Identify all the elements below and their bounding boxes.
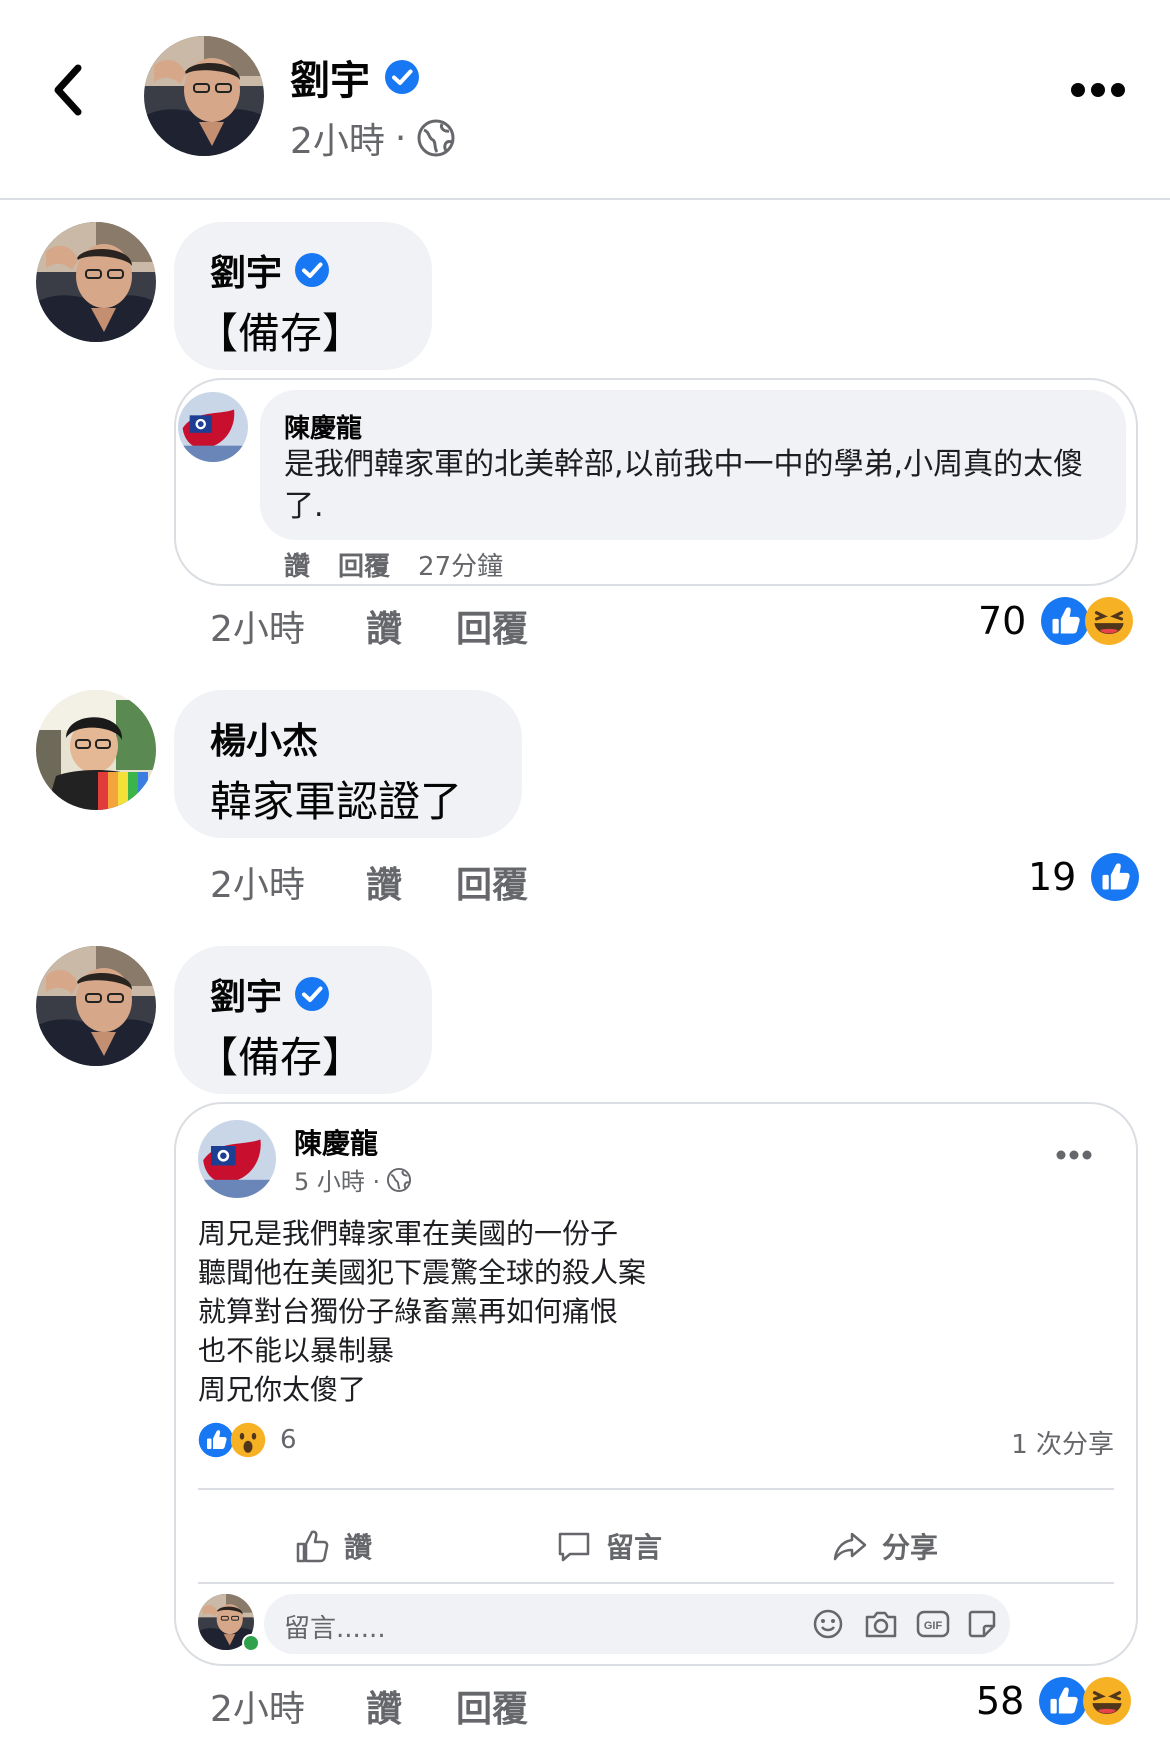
comment-bubble: 楊小杰 韓家軍認證了 [174,690,522,838]
verified-badge-icon [294,252,330,288]
embedded-post-time-text: 5 小時 · [294,1168,381,1196]
post-line: 周兄是我們韓家軍在美國的一份子 [198,1217,619,1250]
gif-icon[interactable]: GIF [916,1608,950,1640]
post-reactions[interactable]: 6 [198,1422,297,1458]
embedded-post-avatar [198,1120,276,1198]
comment-author[interactable]: 劉宇 [210,244,330,296]
embedded-comment-card[interactable]: 陳慶龍 是我們韓家軍的北美幹部,以前我中一中的學弟,小周真的太傻了. 讚 回覆 … [174,378,1138,586]
haha-reaction-icon [1082,1676,1132,1726]
more-dots-icon[interactable] [1056,1148,1092,1162]
like-button[interactable]: 讚 [366,600,456,652]
like-button[interactable]: 讚 [366,1680,456,1732]
comment-time: 2小時 [210,1689,305,1730]
author-avatar[interactable] [144,36,264,156]
commenter-avatar[interactable] [36,222,156,342]
reply-button[interactable]: 回覆 [456,856,546,908]
comment-meta: 2小時 讚 回覆 [210,1680,546,1732]
comment-text: 韓家軍認證了 [210,777,463,826]
comment-meta: 2小時 讚 回覆 [210,600,546,652]
post-timestamp: 2小時 · [290,112,456,164]
like-button[interactable]: 讚 [366,856,456,908]
embedded-post-author: 陳慶龍 [294,1127,379,1160]
more-dots-icon [1071,83,1125,97]
embedded-like: 讚 [284,552,311,582]
embedded-bubble: 陳慶龍 是我們韓家軍的北美幹部,以前我中一中的學弟,小周真的太傻了. [260,390,1126,540]
embedded-post-time: 5 小時 · [294,1162,412,1197]
post-time-text: 2小時 [290,121,385,162]
reaction-summary[interactable]: 58 [976,1676,1132,1726]
post-divider [198,1582,1114,1584]
comment-bubble: 劉宇 【備存】 [174,222,432,370]
comment-author-name[interactable]: 劉宇 [210,968,282,1020]
chevron-left-icon [54,64,82,116]
reply-button[interactable]: 回覆 [456,600,546,652]
separator-dot: · [394,117,407,159]
more-options-button[interactable] [1070,80,1126,100]
thumbs-up-icon [296,1530,329,1563]
post-comment-label: 留言 [606,1531,663,1564]
reaction-summary[interactable]: 70 [978,596,1134,646]
post-like-label: 讚 [344,1531,373,1564]
reaction-summary[interactable]: 19 [1028,852,1140,902]
back-button[interactable] [48,60,88,120]
post-divider [198,1488,1114,1490]
reaction-count: 58 [976,1679,1025,1723]
like-reaction-icon [1040,596,1090,646]
comment-author-name[interactable]: 劉宇 [210,244,282,296]
commenter-avatar[interactable] [36,946,156,1066]
post-author-name[interactable]: 劉宇 [290,48,420,106]
comment-text: 【備存】 [196,1033,365,1082]
verified-badge-icon [294,976,330,1012]
post-line: 聽聞他在美國犯下震驚全球的殺人案 [198,1256,647,1289]
comment-input[interactable]: 留言...... GIF [264,1594,1010,1654]
post-share-label: 分享 [882,1531,939,1564]
post-reaction-count: 6 [280,1425,297,1455]
globe-icon [416,118,456,158]
comment-time: 2小時 [210,609,305,650]
comment-meta: 2小時 讚 回覆 [210,856,546,908]
embedded-post-body: 周兄是我們韓家軍在美國的一份子 聽聞他在美國犯下震驚全球的殺人案 就算對台獨份子… [198,1214,646,1409]
emoji-icon[interactable] [812,1608,844,1640]
post-share-button[interactable]: 分享 [832,1526,938,1566]
comment-text: 【備存】 [196,309,365,358]
post-line: 也不能以暴制暴 [198,1334,395,1367]
comment-time: 2小時 [210,865,305,906]
embedded-time: 27分鐘 [418,552,504,582]
camera-icon[interactable] [864,1608,898,1640]
comment-input-placeholder: 留言...... [284,1614,386,1644]
reply-button[interactable]: 回覆 [456,1680,546,1732]
globe-icon [386,1167,412,1193]
reaction-count: 70 [978,599,1027,643]
comment-author[interactable]: 楊小杰 [210,712,318,764]
post-line: 周兄你太傻了 [198,1373,367,1406]
like-reaction-icon [198,1422,234,1458]
online-status-dot [242,1634,260,1652]
comment-bubble: 劉宇 【備存】 [174,946,432,1094]
share-count[interactable]: 1 次分享 [1011,1424,1114,1461]
embedded-post-card[interactable]: 陳慶龍 5 小時 · 周兄是我們韓家軍在美國的一份子 聽聞他在美國犯下震驚全球的… [174,1102,1138,1666]
wow-reaction-icon [230,1422,266,1458]
verified-badge-icon [384,59,420,95]
reaction-count: 19 [1028,855,1077,899]
author-name-text[interactable]: 劉宇 [290,48,370,106]
post-like-button[interactable]: 讚 [294,1526,372,1566]
comment-icon [558,1532,590,1562]
post-line: 就算對台獨份子綠畜黨再如何痛恨 [198,1295,619,1328]
like-reaction-icon [1038,1676,1088,1726]
embedded-avatar [178,392,248,462]
svg-text:GIF: GIF [924,1620,943,1632]
comment-author[interactable]: 劉宇 [210,968,330,1020]
sticker-icon[interactable] [966,1608,998,1640]
post-comment-button[interactable]: 留言 [556,1526,662,1566]
embedded-author: 陳慶龍 [284,414,363,444]
like-reaction-icon [1090,852,1140,902]
embedded-meta: 讚 回覆 27分鐘 [284,546,503,583]
header-divider [0,198,1170,200]
share-icon [833,1532,867,1561]
haha-reaction-icon [1084,596,1134,646]
commenter-avatar[interactable] [36,690,156,810]
embedded-reply: 回覆 [338,552,391,582]
embedded-text: 是我們韓家軍的北美幹部,以前我中一中的學弟,小周真的太傻了. [284,447,1084,524]
